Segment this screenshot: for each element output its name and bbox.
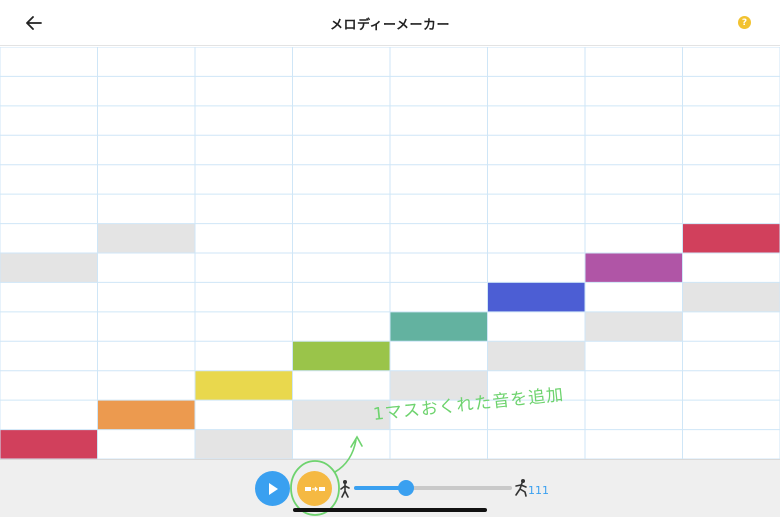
note-cell[interactable]	[0, 429, 98, 459]
note-cell[interactable]	[585, 253, 683, 283]
note-cell[interactable]	[390, 311, 488, 342]
shift-notes-button[interactable]	[297, 471, 332, 506]
note-cell[interactable]	[682, 223, 780, 253]
note-cell[interactable]	[487, 282, 586, 312]
note-cell[interactable]	[292, 341, 391, 371]
walking-person-icon	[340, 480, 350, 498]
tempo-slider-thumb[interactable]	[398, 480, 415, 496]
tempo-value: 111	[528, 484, 549, 497]
page-title: メロディーメーカー	[329, 18, 451, 33]
shift-notes-icon	[304, 486, 325, 491]
home-indicator	[293, 508, 487, 512]
shifted-note-cell[interactable]	[97, 223, 196, 253]
play-icon	[268, 482, 278, 495]
shifted-note-cell[interactable]	[487, 341, 586, 371]
shifted-note-cell[interactable]	[682, 282, 780, 312]
note-cell[interactable]	[195, 370, 293, 401]
question-icon: ?	[741, 17, 748, 28]
app-header: メロディーメーカー ?	[0, 0, 780, 46]
help-button[interactable]: ?	[738, 16, 751, 29]
tempo-slider[interactable]	[354, 480, 512, 496]
shifted-note-cell[interactable]	[195, 429, 293, 459]
shifted-note-cell[interactable]	[0, 253, 98, 283]
play-button[interactable]	[255, 471, 290, 506]
note-cell[interactable]	[97, 400, 196, 430]
shifted-note-cell[interactable]	[585, 311, 683, 342]
